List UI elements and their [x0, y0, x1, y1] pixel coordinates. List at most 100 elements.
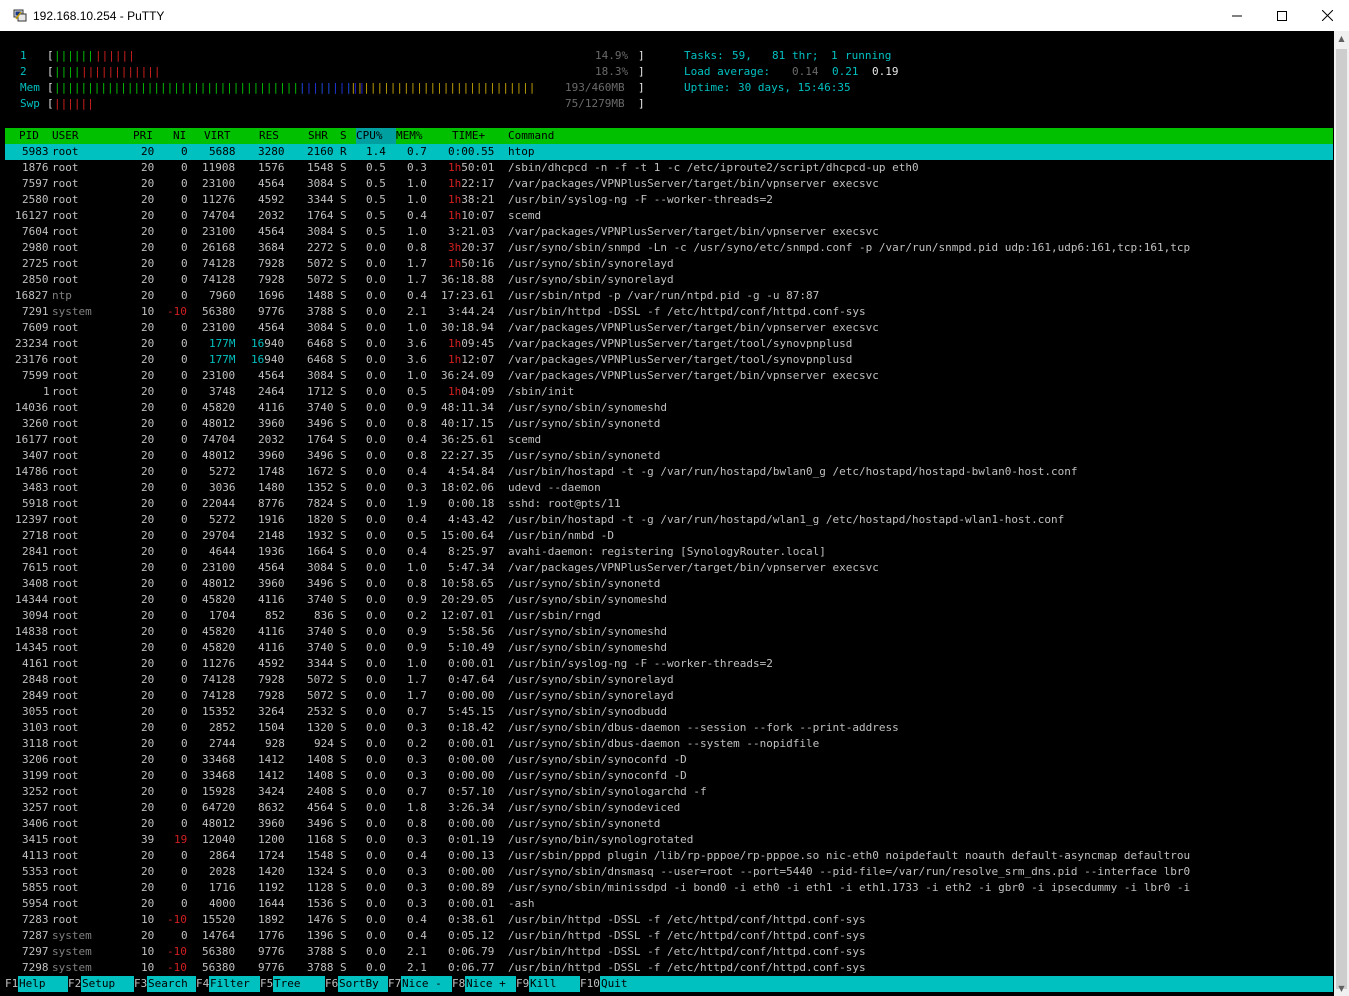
process-row[interactable]: 4161 root 20 0 11276 4592 3344 S 0.0 1.0 0:00.01/u…	[5, 656, 1333, 672]
process-row[interactable]: 7597 root 20 0 23100 4564 3084 S 0.5 1.0 1h22:17/v…	[5, 176, 1333, 192]
process-row[interactable]: 16127 root 20 0 74704 2032 1764 S 0.5 0.4 1h10:07 s…	[5, 208, 1333, 224]
process-row[interactable]: 2718 root 20 0 29704 2148 1932 S 0.0 0.5 15:00.64 /…	[5, 528, 1333, 544]
fkey-f8[interactable]: F8	[452, 976, 466, 992]
process-row[interactable]: 1 root 20 0 3748 2464 1712 S 0.0 0.5 1h04:09/sbin/…	[5, 384, 1333, 400]
process-row[interactable]: 3407 root 20 0 48012 3960 3496 S 0.0 0.8 22:27.35 /…	[5, 448, 1333, 464]
col-shr[interactable]: SHR	[308, 128, 328, 144]
process-row[interactable]: 7287 system 20 0 14764 1776 1396 S 0.0 0.4 0:05.12…	[5, 928, 1333, 944]
process-row[interactable]: 1876 root 20 0 11908 1576 1548 S 0.5 0.3 1h50:01/s…	[5, 160, 1333, 176]
process-row[interactable]: 4113 root 20 0 2864 1724 1548 S 0.0 0.4 0:00.13/us…	[5, 848, 1333, 864]
terminal-area[interactable]: 1 [ |||||| |||||| 14.9% ] 2 [ |||| |||||…	[5, 40, 1333, 992]
process-row[interactable]: 7609 root 20 0 23100 4564 3084 S 0.0 1.0 30:18.94 /…	[5, 320, 1333, 336]
scroll-thumb[interactable]	[1336, 49, 1347, 989]
process-row[interactable]: 3103 root 20 0 2852 1504 1320 S 0.0 0.3 0:18.42/us…	[5, 720, 1333, 736]
process-row[interactable]: 5855 root 20 0 1716 1192 1128 S 0.0 0.3 0:00.89/us…	[5, 880, 1333, 896]
fkey-f1[interactable]: F1	[5, 976, 19, 992]
col-ni[interactable]: NI	[173, 128, 186, 144]
process-row[interactable]: 3260 root 20 0 48012 3960 3496 S 0.0 0.8 40:17.15 /…	[5, 416, 1333, 432]
fkey-label-sortby[interactable]: SortBy	[339, 976, 379, 992]
cell-pri: 20	[141, 865, 155, 878]
process-row[interactable]: 12397 root 20 0 5272 1916 1820 S 0.0 0.4 4:43.42/u…	[5, 512, 1333, 528]
fkey-label-quit[interactable]: Quit	[601, 976, 628, 992]
process-row[interactable]: 3408 root 20 0 48012 3960 3496 S 0.0 0.8 10:58.65 /…	[5, 576, 1333, 592]
process-row[interactable]: 7283 root 10 -10 15520 1892 1476 S 0.0 0.4 0:38.61…	[5, 912, 1333, 928]
process-row[interactable]: 3406 root 20 0 48012 3960 3496 S 0.0 0.8 0:00.00/u…	[5, 816, 1333, 832]
close-button[interactable]	[1304, 0, 1349, 31]
process-row[interactable]: 3206 root 20 0 33468 1412 1408 S 0.0 0.3 0:00.00/u…	[5, 752, 1333, 768]
scroll-up-icon[interactable]: ▲	[1334, 31, 1349, 46]
fkey-f3[interactable]: F3	[134, 976, 148, 992]
col-mem[interactable]: MEM%	[396, 128, 423, 144]
process-row[interactable]: 16177 root 20 0 74704 2032 1764 S 0.0 0.4 36:25.61…	[5, 432, 1333, 448]
process-row[interactable]: 5954 root 20 0 4000 1644 1536 S 0.0 0.3 0:00.01 -as…	[5, 896, 1333, 912]
fkey-f2[interactable]: F2	[68, 976, 82, 992]
fkey-f5[interactable]: F5	[260, 976, 274, 992]
process-row[interactable]: 7298 system 10 -10 56380 9776 3788 S 0.0 2.1 0:06.…	[5, 960, 1333, 976]
cell-user: root	[52, 433, 79, 446]
process-row[interactable]: 23234 root 20 0 177M 16940 6468 S 0.0 3.6 1h09:45 /…	[5, 336, 1333, 352]
process-row[interactable]: 14344 root 20 0 45820 4116 3740 S 0.0 0.9 20:29.05…	[5, 592, 1333, 608]
vertical-scrollbar[interactable]: ▲ ▼	[1334, 31, 1349, 996]
process-row[interactable]: 14786 root 20 0 5272 1748 1672 S 0.0 0.4 4:54.84/u…	[5, 464, 1333, 480]
process-row[interactable]: 7599 root 20 0 23100 4564 3084 S 0.0 1.0 36:24.09 /…	[5, 368, 1333, 384]
col-time[interactable]: TIME+	[452, 128, 485, 144]
scroll-down-icon[interactable]: ▼	[1334, 981, 1349, 996]
function-key-bar[interactable]: F1 Help F2 Setup F3 Search F4 Filter F5 Tree F6 Sor…	[5, 976, 1333, 992]
process-row[interactable]: 14036 root 20 0 45820 4116 3740 S 0.0 0.9 48:11.34…	[5, 400, 1333, 416]
window-titlebar[interactable]: 192.168.10.254 - PuTTY	[0, 0, 1349, 31]
process-row[interactable]: 3118 root 20 0 2744 928 924 S 0.0 0.2 0:00.01/usr/…	[5, 736, 1333, 752]
process-row[interactable]: 23176 root 20 0 177M 16940 6468 S 0.0 3.6 1h12:07 /…	[5, 352, 1333, 368]
process-table-header[interactable]: PID USER PRI NI VIRT RES SHR S CPU% MEM%…	[5, 128, 1333, 144]
process-row[interactable]: 16827 ntp 20 0 7960 1696 1488 S 0.0 0.4 17:23.61/u…	[5, 288, 1333, 304]
fkey-f7[interactable]: F7	[388, 976, 402, 992]
process-row[interactable]: 7604 root 20 0 23100 4564 3084 S 0.5 1.0 3:21.03/v…	[5, 224, 1333, 240]
col-pid[interactable]: PID	[19, 128, 39, 144]
process-row[interactable]: 3055 root 20 0 15352 3264 2532 S 0.0 0.7 5:45.15/u…	[5, 704, 1333, 720]
fkey-label-search[interactable]: Search	[148, 976, 188, 992]
fkey-f4[interactable]: F4	[196, 976, 210, 992]
col-command[interactable]: Command	[508, 128, 554, 144]
col-pri[interactable]: PRI	[133, 128, 153, 144]
col-state[interactable]: S	[340, 128, 347, 144]
col-user[interactable]: USER	[52, 128, 79, 144]
process-row[interactable]: 5918 root 20 0 22044 8776 7824 S 0.0 1.9 0:00.18 ss…	[5, 496, 1333, 512]
fkey-label-tree[interactable]: Tree	[274, 976, 301, 992]
fkey-label-nice[interactable]: Nice -	[402, 976, 442, 992]
process-row[interactable]: 3257 root 20 0 64720 8632 4564 S 0.0 1.8 3:26.34/u…	[5, 800, 1333, 816]
col-virt[interactable]: VIRT	[204, 128, 231, 144]
process-row[interactable]: 3199 root 20 0 33468 1412 1408 S 0.0 0.3 0:00.00/u…	[5, 768, 1333, 784]
process-row[interactable]: 14838 root 20 0 45820 4116 3740 S 0.0 0.9 5:58.56 /…	[5, 624, 1333, 640]
cell-pri: 20	[141, 177, 155, 190]
fkey-label-setup[interactable]: Setup	[82, 976, 116, 992]
process-row[interactable]: 3415 root 39 19 12040 1200 1168 S 0.0 0.3 0:01.19 /…	[5, 832, 1333, 848]
minimize-button[interactable]	[1214, 0, 1260, 31]
process-row[interactable]: 3252 root 20 0 15928 3424 2408 S 0.0 0.7 0:57.10/u…	[5, 784, 1333, 800]
process-row[interactable]: 14345 root 20 0 45820 4116 3740 S 0.0 0.9 5:10.49 /…	[5, 640, 1333, 656]
process-row[interactable]: 7291 system 10 -10 56380 9776 3788 S 0.0 2.1 3:44.…	[5, 304, 1333, 320]
process-row[interactable]: 2849 root 20 0 74128 7928 5072 S 0.0 1.7 0:00.00/u…	[5, 688, 1333, 704]
col-res[interactable]: RES	[259, 128, 279, 144]
cell-pid: 2580	[22, 193, 49, 206]
cell-pri: 20	[141, 161, 155, 174]
process-row[interactable]: 3094 root 20 0 1704 852 836 S 0.0 0.2 12:07.01/usr…	[5, 608, 1333, 624]
maximize-button[interactable]	[1259, 0, 1305, 31]
process-row[interactable]: 2848 root 20 0 74128 7928 5072 S 0.0 1.7 0:47.64/u…	[5, 672, 1333, 688]
col-cpu-sorted[interactable]: CPU%	[356, 128, 396, 144]
fkey-label-kill[interactable]: Kill	[530, 976, 557, 992]
process-row[interactable]: 5353 root 20 0 2028 1420 1324 S 0.0 0.3 0:00.00/us…	[5, 864, 1333, 880]
fkey-f10[interactable]: F10	[580, 976, 600, 992]
process-row[interactable]: 2850 root 20 0 74128 7928 5072 S 0.0 1.7 36:18.88 /…	[5, 272, 1333, 288]
process-row[interactable]: 3483 root 20 0 3036 1480 1352 S 0.0 0.3 18:02.06 ud…	[5, 480, 1333, 496]
process-row[interactable]: 5983 root 20 0 5688 3280 2160 R 1.4 0.7 0:00.55 hto…	[5, 144, 1333, 160]
process-row[interactable]: 2725 root 20 0 74128 7928 5072 S 0.0 1.7 1h50:16/u…	[5, 256, 1333, 272]
fkey-label-nice[interactable]: Nice +	[466, 976, 506, 992]
process-row[interactable]: 7615 root 20 0 23100 4564 3084 S 0.0 1.0 5:47.34/v…	[5, 560, 1333, 576]
process-row[interactable]: 2580 root 20 0 11276 4592 3344 S 0.5 1.0 1h38:21/u…	[5, 192, 1333, 208]
process-row[interactable]: 2980 root 20 0 26168 3684 2272 S 0.0 0.8 3h20:37/u…	[5, 240, 1333, 256]
fkey-f9[interactable]: F9	[516, 976, 530, 992]
fkey-f6[interactable]: F6	[325, 976, 339, 992]
fkey-label-help[interactable]: Help	[19, 976, 46, 992]
fkey-label-filter[interactable]: Filter	[210, 976, 250, 992]
process-row[interactable]: 2841 root 20 0 4644 1936 1664 S 0.0 0.4 8:25.97 ava…	[5, 544, 1333, 560]
process-row[interactable]: 7297 system 10 -10 56380 9776 3788 S 0.0 2.1 0:06.…	[5, 944, 1333, 960]
